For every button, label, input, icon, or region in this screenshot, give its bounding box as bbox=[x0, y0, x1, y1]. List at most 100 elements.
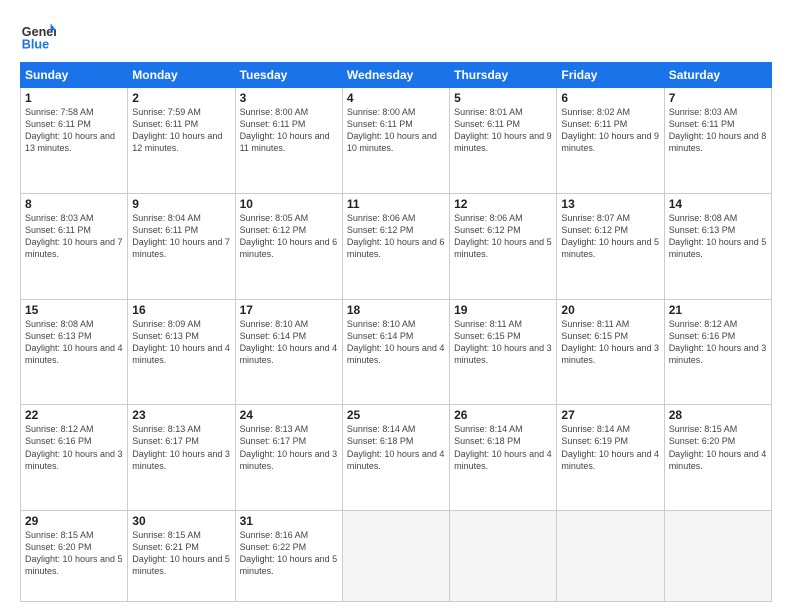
day-cell: 3 Sunrise: 8:00 AM Sunset: 6:11 PM Dayli… bbox=[235, 88, 342, 194]
day-number: 24 bbox=[240, 408, 338, 422]
day-info: Sunrise: 8:11 AM Sunset: 6:15 PM Dayligh… bbox=[561, 318, 659, 367]
day-number: 19 bbox=[454, 303, 552, 317]
svg-text:Blue: Blue bbox=[22, 37, 49, 51]
day-info: Sunrise: 8:14 AM Sunset: 6:18 PM Dayligh… bbox=[347, 423, 445, 472]
day-number: 20 bbox=[561, 303, 659, 317]
day-number: 18 bbox=[347, 303, 445, 317]
day-header-thursday: Thursday bbox=[450, 63, 557, 88]
day-info: Sunrise: 8:14 AM Sunset: 6:19 PM Dayligh… bbox=[561, 423, 659, 472]
day-number: 8 bbox=[25, 197, 123, 211]
day-cell: 29 Sunrise: 8:15 AM Sunset: 6:20 PM Dayl… bbox=[21, 511, 128, 602]
day-info: Sunrise: 8:16 AM Sunset: 6:22 PM Dayligh… bbox=[240, 529, 338, 578]
day-number: 9 bbox=[132, 197, 230, 211]
day-number: 30 bbox=[132, 514, 230, 528]
day-number: 16 bbox=[132, 303, 230, 317]
day-cell: 15 Sunrise: 8:08 AM Sunset: 6:13 PM Dayl… bbox=[21, 299, 128, 405]
day-cell: 18 Sunrise: 8:10 AM Sunset: 6:14 PM Dayl… bbox=[342, 299, 449, 405]
calendar: SundayMondayTuesdayWednesdayThursdayFrid… bbox=[20, 62, 772, 602]
day-number: 28 bbox=[669, 408, 767, 422]
day-info: Sunrise: 8:00 AM Sunset: 6:11 PM Dayligh… bbox=[347, 106, 445, 155]
day-info: Sunrise: 8:06 AM Sunset: 6:12 PM Dayligh… bbox=[347, 212, 445, 261]
day-info: Sunrise: 8:13 AM Sunset: 6:17 PM Dayligh… bbox=[132, 423, 230, 472]
day-cell: 1 Sunrise: 7:58 AM Sunset: 6:11 PM Dayli… bbox=[21, 88, 128, 194]
day-header-friday: Friday bbox=[557, 63, 664, 88]
day-cell: 17 Sunrise: 8:10 AM Sunset: 6:14 PM Dayl… bbox=[235, 299, 342, 405]
day-info: Sunrise: 8:01 AM Sunset: 6:11 PM Dayligh… bbox=[454, 106, 552, 155]
day-header-saturday: Saturday bbox=[664, 63, 771, 88]
header: General Blue bbox=[20, 16, 772, 52]
day-header-sunday: Sunday bbox=[21, 63, 128, 88]
day-cell: 6 Sunrise: 8:02 AM Sunset: 6:11 PM Dayli… bbox=[557, 88, 664, 194]
day-info: Sunrise: 8:07 AM Sunset: 6:12 PM Dayligh… bbox=[561, 212, 659, 261]
logo: General Blue bbox=[20, 16, 56, 52]
day-number: 1 bbox=[25, 91, 123, 105]
day-cell: 20 Sunrise: 8:11 AM Sunset: 6:15 PM Dayl… bbox=[557, 299, 664, 405]
day-cell: 4 Sunrise: 8:00 AM Sunset: 6:11 PM Dayli… bbox=[342, 88, 449, 194]
week-row-1: 1 Sunrise: 7:58 AM Sunset: 6:11 PM Dayli… bbox=[21, 88, 772, 194]
day-number: 5 bbox=[454, 91, 552, 105]
day-cell: 19 Sunrise: 8:11 AM Sunset: 6:15 PM Dayl… bbox=[450, 299, 557, 405]
week-row-5: 29 Sunrise: 8:15 AM Sunset: 6:20 PM Dayl… bbox=[21, 511, 772, 602]
day-number: 12 bbox=[454, 197, 552, 211]
logo-icon: General Blue bbox=[20, 16, 56, 52]
day-cell bbox=[342, 511, 449, 602]
day-info: Sunrise: 7:58 AM Sunset: 6:11 PM Dayligh… bbox=[25, 106, 123, 155]
day-cell bbox=[664, 511, 771, 602]
day-info: Sunrise: 8:04 AM Sunset: 6:11 PM Dayligh… bbox=[132, 212, 230, 261]
day-number: 7 bbox=[669, 91, 767, 105]
day-cell: 11 Sunrise: 8:06 AM Sunset: 6:12 PM Dayl… bbox=[342, 193, 449, 299]
day-number: 15 bbox=[25, 303, 123, 317]
day-info: Sunrise: 8:00 AM Sunset: 6:11 PM Dayligh… bbox=[240, 106, 338, 155]
day-info: Sunrise: 8:03 AM Sunset: 6:11 PM Dayligh… bbox=[25, 212, 123, 261]
day-number: 2 bbox=[132, 91, 230, 105]
day-info: Sunrise: 8:10 AM Sunset: 6:14 PM Dayligh… bbox=[240, 318, 338, 367]
page: General Blue SundayMondayTuesdayWednesda… bbox=[0, 0, 792, 612]
day-cell: 26 Sunrise: 8:14 AM Sunset: 6:18 PM Dayl… bbox=[450, 405, 557, 511]
day-cell: 21 Sunrise: 8:12 AM Sunset: 6:16 PM Dayl… bbox=[664, 299, 771, 405]
day-number: 26 bbox=[454, 408, 552, 422]
day-cell: 2 Sunrise: 7:59 AM Sunset: 6:11 PM Dayli… bbox=[128, 88, 235, 194]
day-number: 17 bbox=[240, 303, 338, 317]
day-number: 6 bbox=[561, 91, 659, 105]
day-number: 10 bbox=[240, 197, 338, 211]
day-info: Sunrise: 8:06 AM Sunset: 6:12 PM Dayligh… bbox=[454, 212, 552, 261]
day-cell: 5 Sunrise: 8:01 AM Sunset: 6:11 PM Dayli… bbox=[450, 88, 557, 194]
day-number: 31 bbox=[240, 514, 338, 528]
day-cell: 12 Sunrise: 8:06 AM Sunset: 6:12 PM Dayl… bbox=[450, 193, 557, 299]
day-info: Sunrise: 8:15 AM Sunset: 6:20 PM Dayligh… bbox=[669, 423, 767, 472]
day-cell: 13 Sunrise: 8:07 AM Sunset: 6:12 PM Dayl… bbox=[557, 193, 664, 299]
day-number: 11 bbox=[347, 197, 445, 211]
day-info: Sunrise: 8:14 AM Sunset: 6:18 PM Dayligh… bbox=[454, 423, 552, 472]
day-header-tuesday: Tuesday bbox=[235, 63, 342, 88]
day-cell: 7 Sunrise: 8:03 AM Sunset: 6:11 PM Dayli… bbox=[664, 88, 771, 194]
day-cell: 9 Sunrise: 8:04 AM Sunset: 6:11 PM Dayli… bbox=[128, 193, 235, 299]
day-cell bbox=[557, 511, 664, 602]
day-cell: 27 Sunrise: 8:14 AM Sunset: 6:19 PM Dayl… bbox=[557, 405, 664, 511]
day-info: Sunrise: 8:13 AM Sunset: 6:17 PM Dayligh… bbox=[240, 423, 338, 472]
day-cell: 8 Sunrise: 8:03 AM Sunset: 6:11 PM Dayli… bbox=[21, 193, 128, 299]
day-info: Sunrise: 8:10 AM Sunset: 6:14 PM Dayligh… bbox=[347, 318, 445, 367]
day-info: Sunrise: 7:59 AM Sunset: 6:11 PM Dayligh… bbox=[132, 106, 230, 155]
day-number: 4 bbox=[347, 91, 445, 105]
day-number: 22 bbox=[25, 408, 123, 422]
day-cell: 31 Sunrise: 8:16 AM Sunset: 6:22 PM Dayl… bbox=[235, 511, 342, 602]
day-number: 21 bbox=[669, 303, 767, 317]
day-header-wednesday: Wednesday bbox=[342, 63, 449, 88]
day-header-monday: Monday bbox=[128, 63, 235, 88]
day-number: 13 bbox=[561, 197, 659, 211]
day-cell: 22 Sunrise: 8:12 AM Sunset: 6:16 PM Dayl… bbox=[21, 405, 128, 511]
day-cell: 28 Sunrise: 8:15 AM Sunset: 6:20 PM Dayl… bbox=[664, 405, 771, 511]
week-row-4: 22 Sunrise: 8:12 AM Sunset: 6:16 PM Dayl… bbox=[21, 405, 772, 511]
day-number: 14 bbox=[669, 197, 767, 211]
day-cell bbox=[450, 511, 557, 602]
day-number: 23 bbox=[132, 408, 230, 422]
day-info: Sunrise: 8:08 AM Sunset: 6:13 PM Dayligh… bbox=[25, 318, 123, 367]
day-info: Sunrise: 8:08 AM Sunset: 6:13 PM Dayligh… bbox=[669, 212, 767, 261]
day-info: Sunrise: 8:05 AM Sunset: 6:12 PM Dayligh… bbox=[240, 212, 338, 261]
day-number: 25 bbox=[347, 408, 445, 422]
day-cell: 24 Sunrise: 8:13 AM Sunset: 6:17 PM Dayl… bbox=[235, 405, 342, 511]
week-row-2: 8 Sunrise: 8:03 AM Sunset: 6:11 PM Dayli… bbox=[21, 193, 772, 299]
week-row-3: 15 Sunrise: 8:08 AM Sunset: 6:13 PM Dayl… bbox=[21, 299, 772, 405]
day-info: Sunrise: 8:15 AM Sunset: 6:21 PM Dayligh… bbox=[132, 529, 230, 578]
day-info: Sunrise: 8:02 AM Sunset: 6:11 PM Dayligh… bbox=[561, 106, 659, 155]
